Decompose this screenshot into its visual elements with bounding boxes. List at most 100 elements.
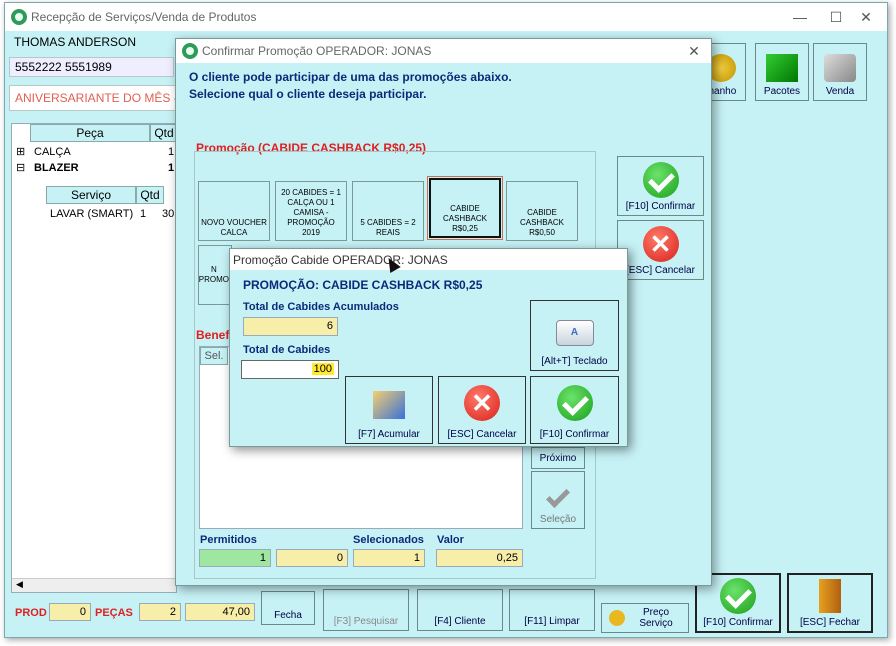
dialog2-titlebar: Promoção Cabide OPERADOR: JONAS xyxy=(230,249,627,270)
prod-value: 0 xyxy=(49,603,91,621)
teclado-label: [Alt+T] Teclado xyxy=(541,356,608,367)
venda-label: Venda xyxy=(825,86,855,97)
dialog2-heading: PROMOÇÃO: CABIDE CASHBACK R$0,25 xyxy=(243,278,483,292)
door-icon xyxy=(819,579,841,613)
cliente-button[interactable]: [F4] Cliente xyxy=(417,589,503,631)
valor-label: Valor xyxy=(437,534,464,546)
row-peca[interactable]: BLAZER xyxy=(34,160,79,176)
pesquisar-button[interactable]: [F3] Pesquisar xyxy=(323,589,409,631)
dialog1-titlebar: Confirmar Promoção OPERADOR: JONAS ✕ xyxy=(176,39,711,63)
sub-row-servico[interactable]: LAVAR (SMART) xyxy=(50,206,133,222)
main-titlebar: Recepção de Serviços/Venda de Produtos —… xyxy=(5,3,887,31)
benef-label: Benef xyxy=(196,328,230,342)
teclado-button[interactable]: A [Alt+T] Teclado xyxy=(530,300,619,371)
x-icon: ✕ xyxy=(464,385,500,421)
pesquisar-label: [F3] Pesquisar xyxy=(333,616,399,627)
valor-value: 0,25 xyxy=(436,549,523,567)
close-icon[interactable]: ✕ xyxy=(679,41,709,61)
pecas-label: PEÇAS xyxy=(95,607,133,619)
collapse-icon[interactable]: ⊟ xyxy=(16,160,25,176)
promo-option-selected[interactable]: CABIDE CASHBACK R$0,25 xyxy=(427,176,503,240)
main-fechar-label: [ESC] Fechar xyxy=(799,617,861,628)
total-cabides-value: 100 xyxy=(311,363,334,375)
acumular-button[interactable]: [F7] Acumular xyxy=(345,376,433,444)
selecao-label: Seleção xyxy=(539,514,577,525)
permitidos-label: Permitidos xyxy=(200,534,257,546)
sub-row-qtd: 1 xyxy=(140,208,147,220)
dialog2-cancel-button[interactable]: ✕ [ESC] Cancelar xyxy=(438,376,526,444)
packages-icon xyxy=(766,54,798,82)
selecionados-label: Selecionados xyxy=(353,534,424,546)
dialog1-cancel-button[interactable]: ✕ [ESC] Cancelar xyxy=(617,220,704,280)
preco-servico-button[interactable]: Preço Serviço xyxy=(601,603,689,633)
dialog1-confirm-label: [F10] Confirmar xyxy=(625,201,696,212)
dialog2-title: Promoção Cabide OPERADOR: JONAS xyxy=(233,252,448,267)
total-cabides-label: Total de Cabides xyxy=(243,344,331,356)
app-logo-icon xyxy=(11,9,27,25)
promo-cabide-dialog: Promoção Cabide OPERADOR: JONAS PROMOÇÃO… xyxy=(229,248,628,447)
header-sel[interactable]: Sel. xyxy=(200,347,228,365)
selecionados-value: 1 xyxy=(353,549,425,567)
message-line-2: Selecione qual o cliente deseja particip… xyxy=(189,87,427,101)
main-fechar-button[interactable]: [ESC] Fechar xyxy=(787,573,873,633)
proximo-label: Próximo xyxy=(539,452,577,464)
check-icon xyxy=(720,578,756,614)
horizontal-scrollbar[interactable]: ◀ xyxy=(12,578,176,592)
main-title: Recepção de Serviços/Venda de Produtos xyxy=(31,10,257,24)
app-logo-icon xyxy=(182,43,198,59)
close-icon[interactable]: ✕ xyxy=(851,7,881,27)
items-grid[interactable]: Peça Qtd ⊞ CALÇA 1 ⊟ BLAZER 1 Serviço Qt… xyxy=(11,123,183,593)
acumulados-value: 6 xyxy=(243,317,338,336)
preco-servico-label: Preço Serviço xyxy=(639,607,673,629)
total-cabides-input[interactable]: 100 xyxy=(241,360,339,379)
dialog2-confirm-label: [F10] Confirmar xyxy=(539,429,610,440)
proximo-button[interactable]: Próximo xyxy=(531,447,585,469)
coin-icon xyxy=(609,610,625,626)
header-peca[interactable]: Peça xyxy=(30,124,150,142)
total-value: 47,00 xyxy=(185,603,255,621)
dialog1-title: Confirmar Promoção OPERADOR: JONAS xyxy=(202,44,432,58)
x-icon: ✕ xyxy=(642,226,679,262)
promo-option[interactable]: CABIDE CASHBACK R$0,50 xyxy=(506,181,578,241)
row-qtd: 1 xyxy=(168,146,175,158)
limpar-button[interactable]: [F11] Limpar xyxy=(509,589,595,631)
main-confirmar-label: [F10] Confirmar xyxy=(703,617,773,628)
permitidos-value: 1 xyxy=(199,549,271,567)
selecao-button[interactable]: Seleção xyxy=(531,471,585,529)
dialog1-cancel-label: [ESC] Cancelar xyxy=(626,265,695,276)
header-servico[interactable]: Serviço xyxy=(46,186,136,204)
row-peca[interactable]: CALÇA xyxy=(34,144,71,160)
promo-option-partial[interactable]: N PROMO xyxy=(198,245,232,305)
message-line-1: O cliente pode participar de uma das pro… xyxy=(189,70,512,84)
promo-option[interactable]: 20 CABIDES = 1 CALÇA OU 1 CAMISA - PROMO… xyxy=(275,181,347,241)
check-icon xyxy=(556,385,593,421)
row-qtd: 1 xyxy=(168,162,175,174)
fecha-button[interactable]: Fecha xyxy=(261,591,315,625)
pecas-value: 2 xyxy=(139,603,181,621)
maximize-icon[interactable]: ☐ xyxy=(821,7,851,27)
pacotes-label: Pacotes xyxy=(763,86,801,97)
minimize-icon[interactable]: — xyxy=(785,7,815,27)
header-qtd[interactable]: Qtd xyxy=(150,124,178,142)
limpar-label: [F11] Limpar xyxy=(524,616,580,627)
folder-blocks-icon xyxy=(373,391,405,419)
cliente-label: [F4] Cliente xyxy=(434,616,486,627)
dialog1-confirm-button[interactable]: [F10] Confirmar xyxy=(617,156,704,216)
expand-icon[interactable]: ⊞ xyxy=(16,144,25,160)
pacotes-button[interactable]: Pacotes xyxy=(755,43,809,101)
check-icon xyxy=(642,162,679,198)
acumulados-label: Total de Cabides Acumulados xyxy=(243,301,399,313)
venda-button[interactable]: Venda xyxy=(813,43,867,101)
check-disabled-icon xyxy=(545,483,571,509)
prod-label: PROD xyxy=(15,607,47,619)
promo-option[interactable]: 5 CABIDES = 2 REAIS xyxy=(352,181,424,241)
header-sub-qtd[interactable]: Qtd xyxy=(136,186,164,204)
cart-icon xyxy=(824,54,856,82)
dialog2-confirm-button[interactable]: [F10] Confirmar xyxy=(530,376,619,444)
keyboard-icon: A xyxy=(555,320,594,346)
dialog2-cancel-label: [ESC] Cancelar xyxy=(447,429,517,440)
scroll-left-icon[interactable]: ◀ xyxy=(16,579,23,590)
promo-option[interactable]: NOVO VOUCHER CALCA xyxy=(198,181,270,241)
customer-phones: 5552222 5551989 xyxy=(9,57,174,77)
second-value: 0 xyxy=(276,549,348,567)
